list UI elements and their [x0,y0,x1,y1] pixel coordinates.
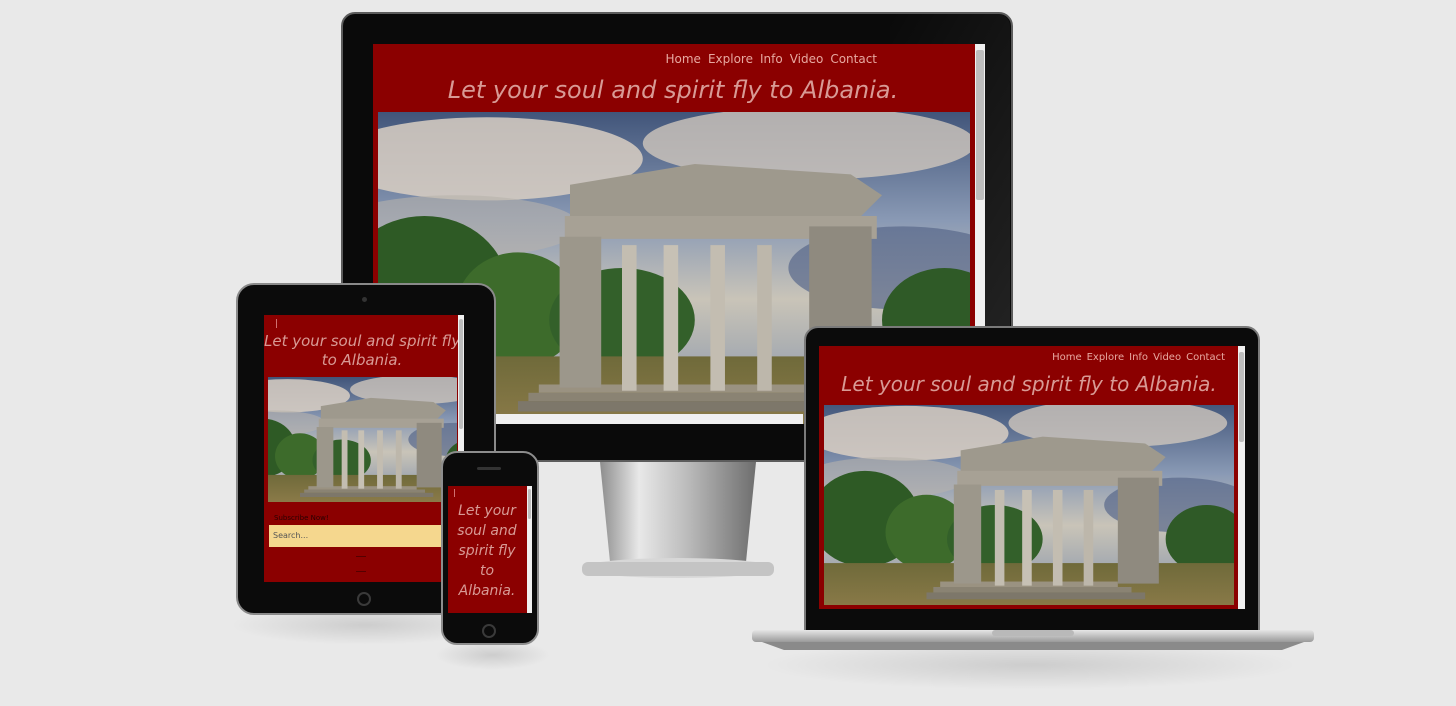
phone-slogan: Let your soul and spirit fly to Albania. [448,501,526,601]
laptop-base [752,630,1314,650]
phone-screen: Let your soul and spirit fly to Albania. [448,486,532,613]
tablet-divider-1 [356,556,366,557]
tablet-slogan-line-2: to Albania. [321,351,403,369]
laptop-slogan: Let your soul and spirit fly to Albania. [841,372,1217,396]
tablet-divider-2 [356,571,366,572]
tablet-screen: Let your soul and spirit fly to Albania.… [264,315,464,582]
home-button-icon[interactable] [357,592,371,606]
laptop-nav-contact[interactable]: Contact [1186,352,1225,363]
tablet-scroll-thumb[interactable] [459,319,463,429]
phone-slogan-line-3: spirit fly [458,543,516,559]
desktop-scroll-thumb[interactable] [976,50,984,200]
desktop-nav: Home Explore Info Video Contact [666,52,878,66]
laptop-nav-info[interactable]: Info [1129,352,1148,363]
tablet-slogan: Let your soul and spirit fly to Albania. [264,332,460,370]
phone-scrollbar[interactable] [527,486,532,613]
laptop-screen: Home Explore Info Video Contact Let your… [819,346,1245,609]
nav-home[interactable]: Home [666,52,701,66]
camera-icon [362,297,367,302]
tablet-menu-marker[interactable] [276,319,277,328]
phone-home-button-icon[interactable] [482,624,496,638]
laptop-hero-image [824,405,1234,605]
laptop-nav: Home Explore Info Video Contact [1052,352,1225,363]
laptop-scroll-thumb[interactable] [1239,352,1244,442]
tablet-subscribe-label: Subscribe Now! [274,514,329,522]
tablet-search-input[interactable]: Search... [269,525,441,547]
tablet-hero-image [268,377,457,502]
laptop-scrollbar[interactable] [1238,346,1245,609]
phone-menu-marker[interactable] [454,489,455,497]
phone-slogan-line-1: Let your [458,503,516,519]
phone-slogan-line-5: Albania. [458,583,516,599]
desktop-slogan: Let your soul and spirit fly to Albania. [447,76,899,104]
phone-scroll-thumb[interactable] [528,489,531,519]
phone-slogan-line-4: to [479,563,495,579]
monitor-stand-shape [582,462,774,578]
nav-explore[interactable]: Explore [708,52,753,66]
laptop-nav-explore[interactable]: Explore [1087,352,1125,363]
nav-info[interactable]: Info [760,52,783,66]
phone-slogan-line-2: soul and [457,523,517,539]
laptop-nav-video[interactable]: Video [1153,352,1181,363]
nav-contact[interactable]: Contact [830,52,877,66]
nav-video[interactable]: Video [790,52,824,66]
laptop-nav-home[interactable]: Home [1052,352,1082,363]
tablet-slogan-line-1: Let your soul and spirit fly [264,332,461,350]
speaker-icon [477,467,501,470]
